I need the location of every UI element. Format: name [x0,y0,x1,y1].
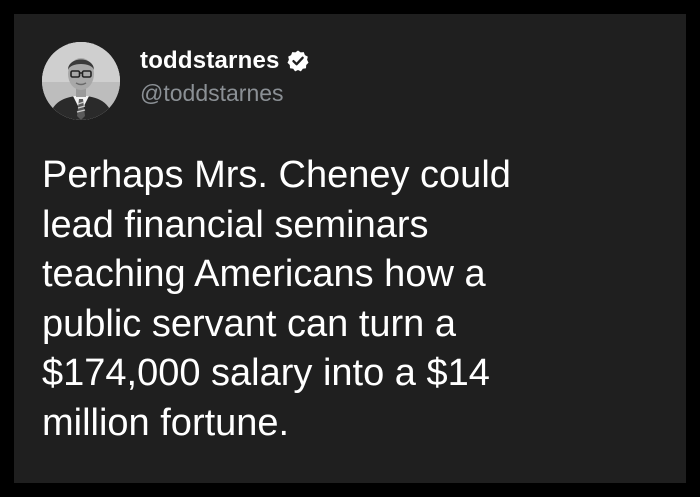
username[interactable]: @toddstarnes [140,80,310,107]
author-info: toddstarnes @toddstarnes [140,44,310,107]
tweet-text: Perhaps Mrs. Cheney could lead financial… [42,154,511,444]
avatar[interactable] [42,42,120,120]
display-name[interactable]: toddstarnes [140,47,280,75]
display-name-row: toddstarnes [140,44,310,78]
verified-badge-icon [286,49,310,73]
profile-photo-icon [42,42,120,120]
tweet-card: toddstarnes @toddstarnes Perhaps Mrs. Ch… [14,14,686,483]
